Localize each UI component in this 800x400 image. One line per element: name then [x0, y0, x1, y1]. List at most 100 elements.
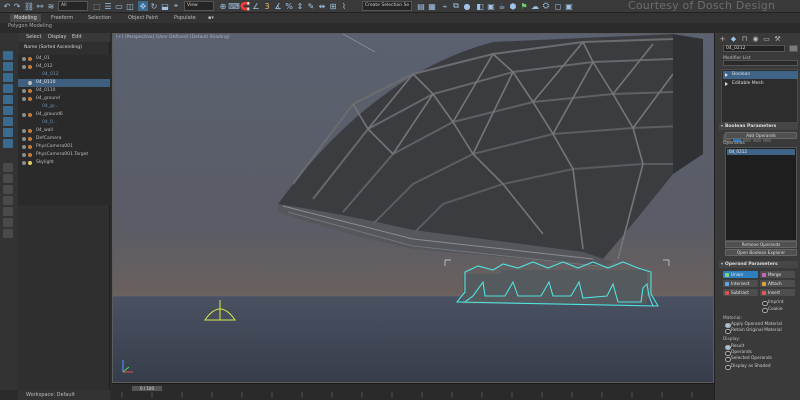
visibility-icon[interactable]	[28, 80, 32, 85]
select-and-move-icon[interactable]: ✥	[138, 1, 148, 11]
curve-editor-open-icon[interactable]: ⌁	[440, 1, 450, 11]
timeline[interactable]: 0 / 100	[112, 383, 714, 400]
stack-item-editable-mesh[interactable]: Editable Mesh	[723, 80, 798, 88]
result-radio[interactable]: Result	[725, 344, 744, 350]
open-boolean-explorer-button[interactable]: Open Boolean Explorer	[725, 249, 797, 256]
retain-original-material-radio[interactable]: Retain Original Material	[725, 328, 782, 334]
link-icon[interactable]: ⛓	[24, 1, 34, 11]
boolean-parameters-rollout[interactable]: Boolean Parameters	[719, 123, 798, 130]
freeze-icon[interactable]	[28, 96, 32, 101]
display-cameras-icon[interactable]	[3, 106, 13, 115]
display-geometry-icon[interactable]	[3, 73, 13, 82]
select-tool-icon[interactable]	[3, 51, 13, 60]
workspace-selector[interactable]: Workspace: Default	[18, 390, 110, 400]
visibility-icon[interactable]	[22, 160, 26, 165]
subtract-button[interactable]: Subtract	[723, 289, 758, 296]
freeze-icon[interactable]	[28, 64, 32, 69]
imprint-checkbox[interactable]: Imprint	[762, 300, 784, 306]
angle-snap-toggle-icon[interactable]: ∡	[273, 1, 283, 11]
expand-arrow-icon[interactable]	[725, 73, 728, 77]
tab-populate[interactable]: Populate	[170, 14, 200, 22]
expand-arrow-icon[interactable]	[725, 82, 728, 86]
cookie-checkbox[interactable]: Cookie	[762, 307, 783, 313]
operands-list[interactable]: 04_0212	[725, 147, 797, 241]
snap-3-icon[interactable]: 3	[262, 1, 272, 11]
tab-modeling[interactable]: Modeling	[10, 14, 41, 22]
material-editor-icon[interactable]: ●	[462, 1, 472, 11]
display-groups-icon[interactable]	[3, 139, 13, 148]
list-item[interactable]: 04_012	[18, 71, 110, 79]
utilities-tab-icon[interactable]: ⚒	[773, 35, 782, 43]
list-item[interactable]: 04_ground6	[18, 111, 110, 119]
object-name-field[interactable]: 04_0212	[723, 45, 785, 52]
create-tab-icon[interactable]: +	[718, 35, 727, 43]
time-slider[interactable]: 0 / 100	[132, 386, 162, 391]
display-spacewarps-icon[interactable]	[3, 128, 13, 137]
toggle-scene-explorer-icon[interactable]: ▤	[416, 1, 426, 11]
curve-editor-icon[interactable]: ⌇	[339, 1, 349, 11]
visibility-icon[interactable]	[22, 152, 26, 157]
visibility-icon[interactable]	[22, 96, 26, 101]
remove-operands-button[interactable]: Remove Operands	[725, 241, 797, 248]
object-color-swatch[interactable]	[789, 45, 798, 52]
selection-set-dropdown[interactable]: Create Selection Se	[362, 1, 412, 11]
display-tab-icon[interactable]: ▭	[762, 35, 771, 43]
add-operands-button[interactable]: Add Operands	[725, 132, 797, 139]
redo-icon[interactable]: ↷	[12, 1, 22, 11]
display-lights-icon[interactable]	[3, 95, 13, 104]
window-crossing-icon[interactable]: ◫	[125, 1, 135, 11]
freeze-icon[interactable]	[28, 152, 32, 157]
ribbon-options-icon[interactable]: ▪▾	[204, 14, 218, 22]
list-item[interactable]: 04_0...	[18, 119, 110, 127]
extra-icon[interactable]: ▣	[564, 1, 574, 11]
filter-icon[interactable]	[3, 174, 13, 183]
insert-button[interactable]: Insert	[760, 289, 795, 296]
list-item[interactable]: 04_wall	[18, 127, 110, 135]
modify-tab-icon[interactable]: ◆	[729, 35, 738, 43]
tab-freeform[interactable]: Freeform	[47, 14, 77, 22]
list-item[interactable]: Skylight	[18, 159, 110, 167]
freeze-icon[interactable]	[28, 112, 32, 117]
more-tools-icon[interactable]: ◻	[553, 1, 563, 11]
layers-icon[interactable]	[3, 218, 13, 227]
list-item[interactable]: 04_gr...	[18, 103, 110, 111]
operand-item[interactable]: 04_0212	[727, 149, 795, 155]
display-all-icon[interactable]	[3, 163, 13, 172]
visibility-icon[interactable]	[22, 136, 26, 141]
visibility-icon[interactable]	[22, 64, 26, 69]
render-in-cloud-icon[interactable]: ⚑	[519, 1, 529, 11]
display-as-shaded-checkbox[interactable]: Display as Shaded	[725, 364, 771, 370]
place-icon[interactable]: ⌖	[171, 1, 181, 11]
light-icon[interactable]	[28, 160, 32, 165]
operand-parameters-rollout[interactable]: Operand Parameters	[719, 261, 798, 268]
list-item[interactable]: 04_0110	[18, 87, 110, 95]
tab-selection[interactable]: Selection	[84, 14, 115, 22]
operands-radio[interactable]: Operands	[725, 350, 752, 356]
toggle-layer-explorer-icon[interactable]: ▦	[427, 1, 437, 11]
rotate-icon[interactable]: ↻	[149, 1, 159, 11]
visibility-icon[interactable]	[22, 88, 26, 93]
options-icon[interactable]	[3, 229, 13, 238]
tab-object-paint[interactable]: Object Paint	[124, 14, 162, 22]
selection-filter-dropdown[interactable]: All	[58, 1, 88, 11]
visibility-icon[interactable]	[22, 56, 26, 61]
list-item[interactable]: 04_01	[18, 55, 110, 63]
render-production-icon[interactable]: ☕	[497, 1, 507, 11]
menu-display[interactable]: Display	[48, 34, 66, 40]
align-icon[interactable]: ⊞	[328, 1, 338, 11]
perspective-viewport[interactable]: [+] [Perspective] [User Defined] [Defaul…	[112, 33, 714, 383]
mirror-icon[interactable]: ⇹	[317, 1, 327, 11]
stack-item-boolean[interactable]: Boolean	[723, 71, 798, 79]
list-item[interactable]: 04_ground	[18, 95, 110, 103]
freeze-icon[interactable]	[28, 88, 32, 93]
visibility-icon[interactable]	[22, 144, 26, 149]
named-selection-icon[interactable]: ✎	[306, 1, 316, 11]
display-helpers-icon[interactable]	[3, 117, 13, 126]
intersect-button[interactable]: Intersect	[723, 280, 758, 287]
menu-select[interactable]: Select	[26, 34, 41, 40]
bind-spacewarp-icon[interactable]: ≋	[46, 1, 56, 11]
render-iterative-icon[interactable]: ⬢	[508, 1, 518, 11]
freeze-icon[interactable]	[28, 136, 32, 141]
schematic-view-icon[interactable]: ⧉	[451, 1, 461, 11]
find-icon[interactable]	[3, 207, 13, 216]
